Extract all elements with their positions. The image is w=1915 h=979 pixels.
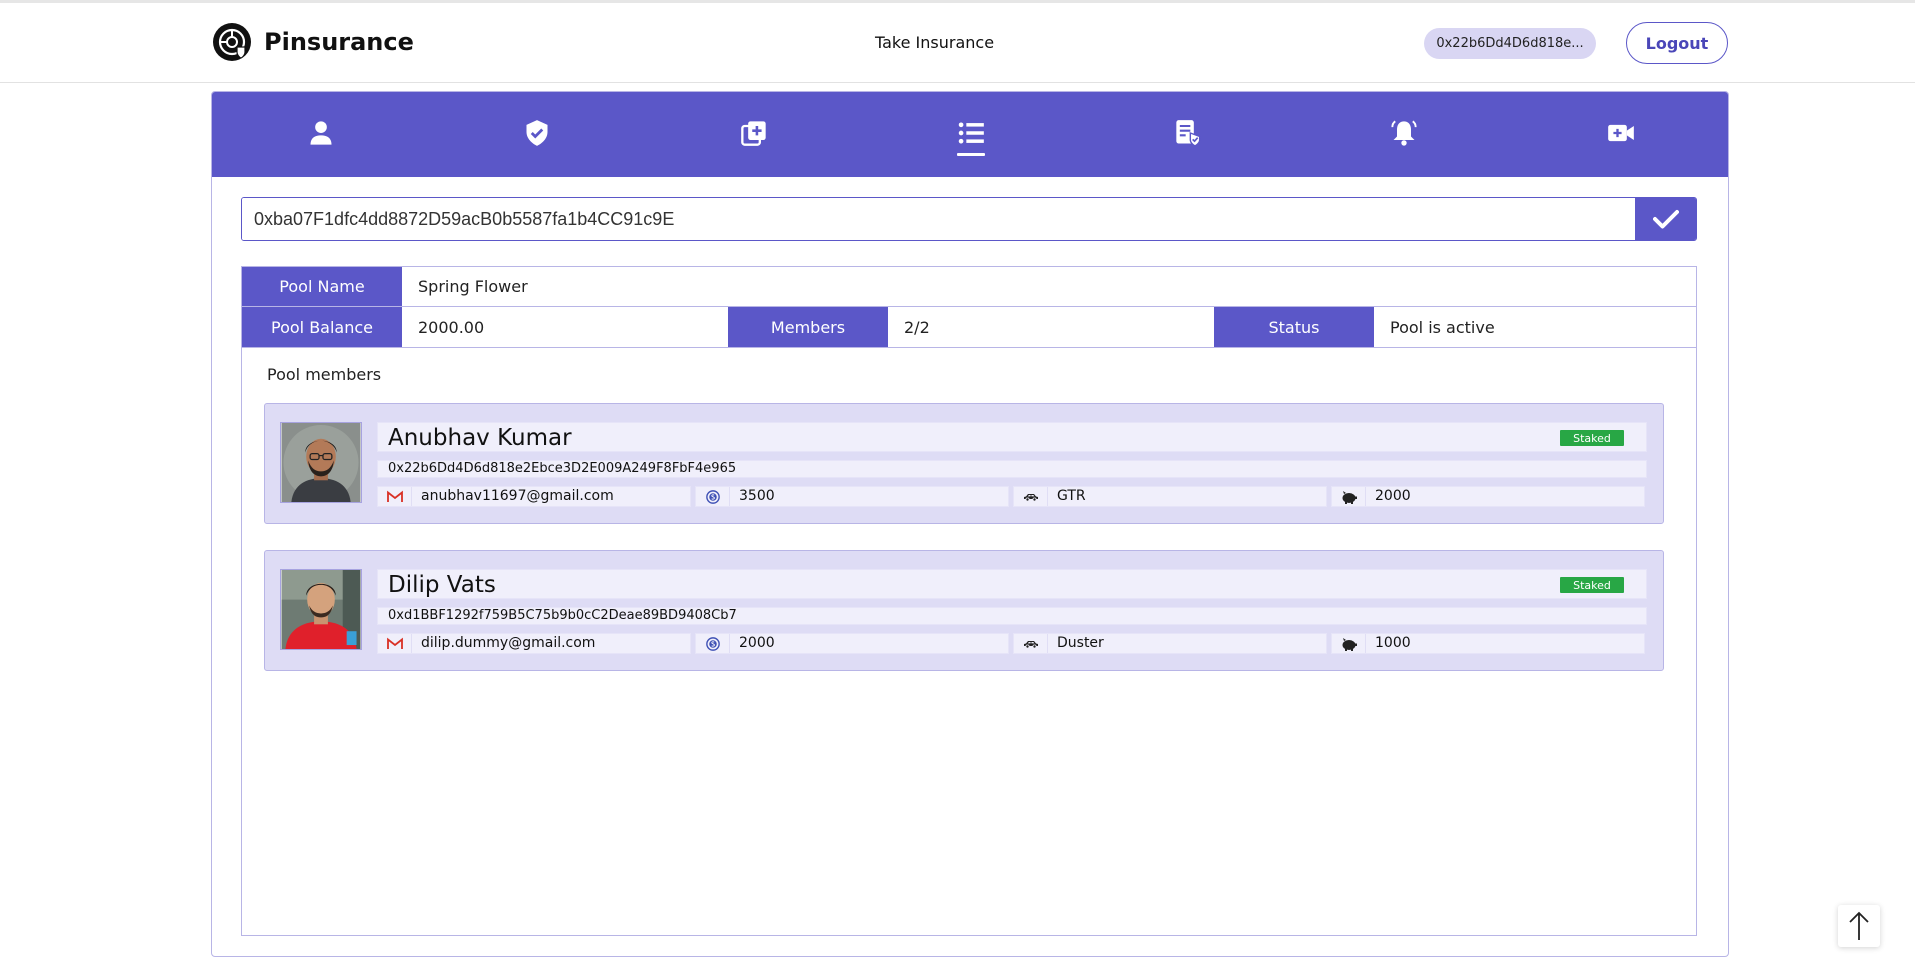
pool-name-row: Pool Name Spring Flower [242, 267, 1696, 307]
member-email-text: dilip.dummy@gmail.com [421, 635, 596, 651]
active-tab-indicator [957, 153, 985, 156]
brand-name: Pinsurance [264, 28, 414, 56]
pool-balance-value: 2000.00 [418, 317, 485, 337]
top-header: Pinsurance Take Insurance 0x22b6Dd4D6d81… [0, 3, 1915, 83]
tab-video-call[interactable] [1604, 116, 1638, 150]
member-stake-text: 2000 [1375, 488, 1411, 504]
member-car: Duster [1013, 633, 1327, 654]
member-coins-text: 2000 [739, 635, 775, 651]
tab-notifications[interactable] [1387, 116, 1421, 150]
member-photo [281, 570, 361, 649]
member-name-bar: Anubhav Kumar Staked [377, 422, 1647, 452]
status-badge: Staked [1560, 430, 1624, 446]
member-card[interactable]: Dilip Vats Staked 0xd1BBF1292f759B5C75b9… [264, 550, 1664, 671]
logout-button[interactable]: Logout [1626, 22, 1728, 64]
shield-check-icon [526, 120, 548, 146]
piggy-bank-icon [1342, 637, 1357, 651]
piggy-bank-icon [1342, 490, 1357, 504]
pool-name-value: Spring Flower [418, 277, 528, 296]
coin-icon [705, 636, 720, 651]
avatar [280, 422, 362, 503]
member-coins: 2000 [695, 633, 1009, 654]
tab-pools[interactable] [954, 116, 988, 156]
claim-document-icon [1176, 120, 1201, 147]
member-card[interactable]: Anubhav Kumar Staked 0x22b6Dd4D6d818e2Eb… [264, 403, 1664, 524]
member-photo [281, 423, 361, 502]
car-icon [1023, 493, 1038, 502]
member-address: 0xd1BBF1292f759B5C75b9b0cC2Deae89BD9408C… [377, 607, 1647, 625]
list-icon [958, 122, 984, 144]
pool-address-input[interactable] [242, 198, 1638, 240]
status-value: Pool is active [1390, 317, 1495, 337]
member-coins-text: 3500 [739, 488, 775, 504]
tab-insurance[interactable] [520, 116, 554, 150]
pool-balance-label: Pool Balance [242, 307, 402, 347]
member-stake: 2000 [1331, 486, 1645, 507]
logo-icon [213, 23, 251, 61]
gmail-icon [386, 637, 403, 649]
pool-info: Pool Name Spring Flower Pool Balance 200… [241, 266, 1697, 936]
pool-members-heading: Pool members [267, 365, 382, 384]
tab-claims[interactable] [1171, 116, 1205, 150]
member-car: GTR [1013, 486, 1327, 507]
check-icon [1652, 210, 1679, 229]
avatar [280, 569, 362, 650]
member-address: 0x22b6Dd4D6d818e2Ebce3D2E009A249F8FbF4e9… [377, 460, 1647, 478]
pool-name-label: Pool Name [242, 267, 402, 306]
pool-address-search [241, 197, 1697, 241]
member-email-text: anubhav11697@gmail.com [421, 488, 614, 504]
members-value: 2/2 [904, 317, 930, 337]
coin-icon [705, 489, 720, 504]
user-icon [310, 121, 332, 145]
member-stake: 1000 [1331, 633, 1645, 654]
main-panel: Pool Name Spring Flower Pool Balance 200… [211, 91, 1729, 957]
video-call-icon [1608, 124, 1634, 142]
status-badge: Staked [1560, 577, 1624, 593]
add-policy-icon [741, 121, 766, 146]
take-insurance-link[interactable]: Take Insurance [875, 33, 994, 52]
members-label: Members [728, 307, 888, 347]
scroll-to-top-button[interactable] [1838, 905, 1880, 947]
member-name: Anubhav Kumar [388, 425, 572, 451]
member-name-bar: Dilip Vats Staked [377, 569, 1647, 599]
tab-profile[interactable] [304, 116, 338, 150]
submit-button[interactable] [1635, 198, 1696, 240]
member-stake-text: 1000 [1375, 635, 1411, 651]
wallet-address-pill[interactable]: 0x22b6Dd4D6d818e... [1424, 28, 1596, 59]
member-name: Dilip Vats [388, 572, 496, 598]
member-coins: 3500 [695, 486, 1009, 507]
member-email: dilip.dummy@gmail.com [377, 633, 691, 654]
bell-icon [1391, 120, 1417, 146]
brand[interactable]: Pinsurance [212, 22, 414, 62]
arrow-up-icon [1849, 911, 1869, 940]
tab-add-policy[interactable] [737, 116, 771, 150]
car-icon [1023, 640, 1038, 649]
member-email: anubhav11697@gmail.com [377, 486, 691, 507]
member-car-text: GTR [1057, 488, 1086, 504]
gmail-icon [386, 490, 403, 502]
member-car-text: Duster [1057, 635, 1104, 651]
section-tab-bar [212, 92, 1728, 177]
status-label: Status [1214, 307, 1374, 347]
pool-stats-row: Pool Balance 2000.00 Members 2/2 Status … [242, 307, 1696, 348]
